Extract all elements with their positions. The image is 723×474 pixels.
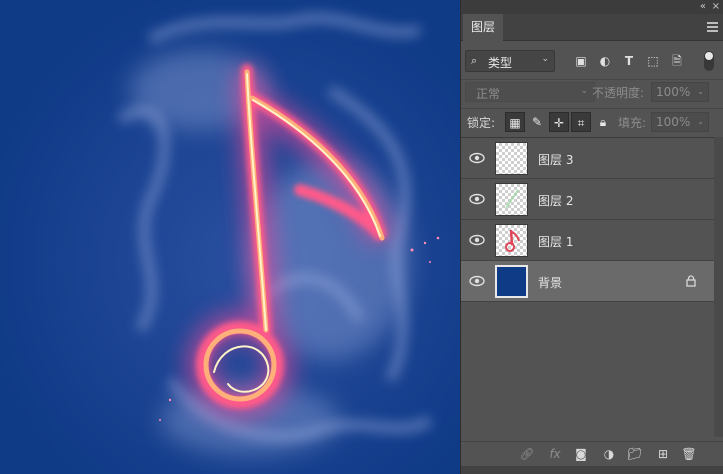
layer-row[interactable]: 图层 3 <box>461 138 714 179</box>
layer-name: 图层 3 <box>538 153 574 167</box>
visibility-eye-icon[interactable] <box>469 151 485 165</box>
collapse-panels-icon[interactable]: « <box>700 0 706 14</box>
image-filter-icon[interactable]: ▣ <box>573 53 589 69</box>
layer-row-selected[interactable]: 背景 <box>461 261 714 302</box>
layer-thumbnail <box>495 142 528 175</box>
link-layers-icon[interactable]: 🔗︎ <box>519 446 535 462</box>
layer-name: 背景 <box>538 276 563 290</box>
layer-name: 图层 1 <box>538 235 574 249</box>
document-canvas[interactable] <box>0 0 460 474</box>
adjustment-filter-icon[interactable]: ◐ <box>597 53 613 69</box>
adjustment-layer-icon[interactable]: ◑ <box>601 446 617 462</box>
type-filter-icon[interactable]: T <box>621 53 637 69</box>
smart-object-filter-icon[interactable]: 🗎 <box>669 53 685 69</box>
layer-thumbnail <box>495 183 528 216</box>
panel-bottom-strip <box>461 466 723 474</box>
chevron-down-icon: ⌄ <box>697 117 704 126</box>
layers-list: 图层 3 图层 2 图层 1 背景 <box>461 137 714 437</box>
add-mask-icon[interactable]: ◙ <box>573 446 589 462</box>
chevron-down-icon: ⌄ <box>697 87 704 96</box>
lock-image-pixels-icon[interactable]: ✎ <box>527 112 547 132</box>
visibility-eye-icon[interactable] <box>469 233 485 247</box>
layer-lock-icon[interactable] <box>686 275 696 287</box>
chevron-down-icon: ⌄ <box>580 86 588 96</box>
search-icon: ⌕ <box>471 54 478 67</box>
layer-filter-row: ⌕ 类型 ⌄ ▣ ◐ T ⬚ 🗎 <box>461 48 723 74</box>
filter-kind-select[interactable]: ⌕ 类型 ⌄ <box>465 50 555 72</box>
new-layer-icon[interactable]: ⊞ <box>655 446 671 462</box>
close-panel-icon[interactable]: × <box>712 0 720 14</box>
layer-thumbnail <box>495 265 528 298</box>
fill-field[interactable]: 100% ⌄ <box>651 112 709 132</box>
fill-value: 100% <box>656 115 691 129</box>
fill-label: 填充: <box>618 116 647 130</box>
layer-row[interactable]: 图层 1 <box>461 220 714 261</box>
layers-bottom-toolbar: 🔗︎ fx ◙ ◑ 📁︎ ⊞ 🗑︎ <box>461 441 723 465</box>
layer-row[interactable]: 图层 2 <box>461 179 714 220</box>
opacity-label: 不透明度: <box>592 86 645 100</box>
layer-thumbnail <box>495 224 528 257</box>
blend-row: 正常 ⌄ 不透明度: 100% ⌄ <box>461 79 723 103</box>
shape-filter-icon[interactable]: ⬚ <box>645 53 661 69</box>
lock-position-icon[interactable]: ✛ <box>549 112 569 132</box>
canvas-artwork <box>0 0 460 474</box>
layers-scrollbar[interactable] <box>714 137 723 437</box>
lock-transparent-pixels-icon[interactable]: ▦ <box>505 112 525 132</box>
lock-label: 锁定: <box>467 116 496 130</box>
thumbnail-content <box>505 189 519 209</box>
lock-row: 锁定: ▦ ✎ ✛ ⌗ 🔒︎ 填充: 100% ⌄ <box>461 108 723 134</box>
blend-mode-select[interactable]: 正常 ⌄ <box>465 82 595 102</box>
visibility-eye-icon[interactable] <box>469 192 485 206</box>
filter-toggle-switch[interactable] <box>704 51 714 71</box>
delete-layer-icon[interactable]: 🗑︎ <box>681 446 697 462</box>
lock-all-icon[interactable]: 🔒︎ <box>593 112 613 132</box>
layer-name: 图层 2 <box>538 194 574 208</box>
layers-panel: « × 图层 ⌕ 类型 ⌄ ▣ ◐ T ⬚ 🗎 正常 ⌄ 不透明度: 100% … <box>460 0 723 474</box>
tab-layers[interactable]: 图层 <box>463 14 504 41</box>
filter-kind-label: 类型 <box>488 56 513 70</box>
lock-artboard-icon[interactable]: ⌗ <box>571 112 591 132</box>
fx-icon[interactable]: fx <box>547 446 563 462</box>
panel-tab-bar: 图层 <box>461 14 723 41</box>
blend-mode-value: 正常 <box>476 87 501 101</box>
new-group-icon[interactable]: 📁︎ <box>627 446 643 462</box>
chevron-down-icon: ⌄ <box>541 54 549 64</box>
opacity-field[interactable]: 100% ⌄ <box>651 82 709 102</box>
panel-menu-icon[interactable] <box>707 22 718 32</box>
thumbnail-content <box>505 229 520 252</box>
visibility-eye-icon[interactable] <box>469 274 485 288</box>
opacity-value: 100% <box>656 85 691 99</box>
panel-dock-strip: « × <box>461 0 723 14</box>
